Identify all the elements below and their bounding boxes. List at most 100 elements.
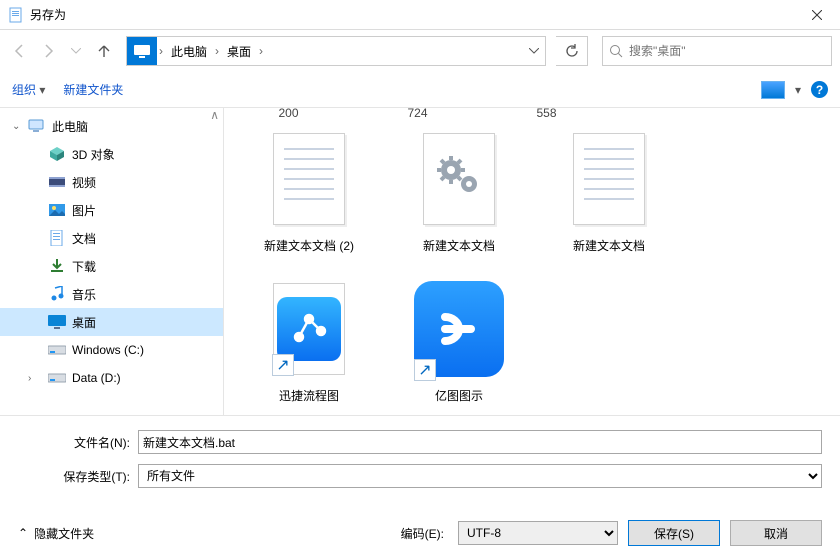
tree-label: 音乐 <box>72 286 96 303</box>
file-item[interactable]: 新建文本文档 <box>534 120 684 270</box>
txt-file-icon <box>564 126 654 231</box>
this-pc-chip[interactable] <box>127 37 157 65</box>
close-icon <box>812 10 822 20</box>
search-box[interactable] <box>602 36 832 66</box>
tree-3d-objects[interactable]: 3D 对象 <box>0 140 223 168</box>
expand-toggle[interactable]: ⌄ <box>12 121 20 132</box>
chevron-down-icon <box>71 48 81 54</box>
tree-label: Data (D:) <box>72 371 121 385</box>
up-button[interactable] <box>92 39 116 63</box>
address-bar[interactable]: › 此电脑 › 桌面 › <box>126 36 546 66</box>
txt-gears-icon <box>414 126 504 231</box>
dialog-footer: ⌃ 隐藏文件夹 编码(E): UTF-8 保存(S) 取消 <box>0 506 840 560</box>
file-name: 新建文本文档 <box>423 237 495 254</box>
file-name: 亿图图示 <box>435 387 483 404</box>
tree-videos[interactable]: 视频 <box>0 168 223 196</box>
cancel-button[interactable]: 取消 <box>730 520 822 546</box>
flowchart-app-icon: ↗ <box>264 276 354 381</box>
arrow-right-icon <box>40 43 56 59</box>
tree-drive-c[interactable]: Windows (C:) <box>0 336 223 364</box>
tree-desktop[interactable]: 桌面 <box>0 308 223 336</box>
filetype-select[interactable]: 所有文件 <box>138 464 822 488</box>
address-dropdown[interactable] <box>523 37 545 65</box>
forward-button[interactable] <box>36 39 60 63</box>
chevron-right-icon: › <box>213 44 221 58</box>
tree-label: 桌面 <box>72 314 96 331</box>
view-options-button[interactable] <box>761 81 785 99</box>
crumb-desktop[interactable]: 桌面 <box>221 37 257 65</box>
file-pane[interactable]: 200 724 558 新建文本文档 (2) 新建文本文档 新建文本文档 <box>224 108 840 415</box>
edraw-app-icon: ↗ <box>414 276 504 381</box>
search-icon <box>609 44 623 58</box>
tree-music[interactable]: 音乐 <box>0 280 223 308</box>
chevron-right-icon: › <box>257 44 265 58</box>
hide-folders-label: 隐藏文件夹 <box>34 525 94 542</box>
chevron-right-icon: › <box>157 44 165 58</box>
monitor-icon <box>133 44 151 58</box>
file-name: 迅捷流程图 <box>279 387 339 404</box>
shortcut-arrow-icon: ↗ <box>272 354 294 376</box>
cutoff-label: 558 <box>536 108 556 120</box>
cutoff-label: 724 <box>407 108 427 120</box>
nav-row: › 此电脑 › 桌面 › <box>0 30 840 72</box>
chevron-down-icon: ▾ <box>39 83 45 97</box>
refresh-button[interactable] <box>556 36 588 66</box>
tree-downloads[interactable]: 下载 <box>0 252 223 280</box>
file-item[interactable]: 新建文本文档 (2) <box>234 120 384 270</box>
tree-label: 视频 <box>72 174 96 191</box>
recent-dropdown[interactable] <box>64 39 88 63</box>
tree-documents[interactable]: 文档 <box>0 224 223 252</box>
tree-label: 图片 <box>72 202 96 219</box>
tree-this-pc[interactable]: ⌄ 此电脑 <box>0 112 223 140</box>
doc-icon <box>48 229 66 247</box>
encoding-label: 编码(E): <box>401 525 444 542</box>
window-title: 另存为 <box>30 6 794 23</box>
tree-pictures[interactable]: 图片 <box>0 196 223 224</box>
file-item[interactable]: ↗ 亿图图示 <box>384 270 534 415</box>
close-button[interactable] <box>794 0 840 30</box>
tree-label: 此电脑 <box>52 118 88 135</box>
pc-icon <box>28 117 46 135</box>
toolbar: 组织 ▾ 新建文件夹 ▾ ? <box>0 72 840 108</box>
organize-menu[interactable]: 组织 ▾ <box>12 81 45 98</box>
cube-icon <box>48 145 66 163</box>
download-icon <box>48 257 66 275</box>
drive-icon <box>48 369 66 387</box>
back-button[interactable] <box>8 39 32 63</box>
arrow-left-icon <box>12 43 28 59</box>
encoding-select[interactable]: UTF-8 <box>458 521 618 545</box>
partial-cutoff-row: 200 724 558 <box>224 108 840 120</box>
txt-file-icon <box>264 126 354 231</box>
file-name: 新建文本文档 <box>573 237 645 254</box>
sidebar-tree[interactable]: ∧ ⌄ 此电脑 3D 对象 视频 图片 文档 下载 音乐 <box>0 108 224 415</box>
cutoff-label: 200 <box>278 108 298 120</box>
help-button[interactable]: ? <box>811 81 828 98</box>
save-button[interactable]: 保存(S) <box>628 520 720 546</box>
file-grid: 新建文本文档 (2) 新建文本文档 新建文本文档 ↗ <box>224 120 840 415</box>
body-split: ∧ ⌄ 此电脑 3D 对象 视频 图片 文档 下载 音乐 <box>0 108 840 415</box>
video-icon <box>48 173 66 191</box>
tree-label: 3D 对象 <box>72 146 115 163</box>
hide-folders-toggle[interactable]: ⌃ 隐藏文件夹 <box>18 525 94 542</box>
arrow-up-icon <box>96 43 112 59</box>
search-input[interactable] <box>629 44 825 58</box>
save-form: 文件名(N): 保存类型(T): 所有文件 <box>0 415 840 506</box>
new-folder-button[interactable]: 新建文件夹 <box>63 81 123 98</box>
shortcut-arrow-icon: ↗ <box>414 359 436 381</box>
filetype-label: 保存类型(T): <box>18 468 138 485</box>
tree-drive-d[interactable]: › Data (D:) <box>0 364 223 392</box>
expand-toggle[interactable]: › <box>28 373 31 384</box>
file-item[interactable]: 新建文本文档 <box>384 120 534 270</box>
tree-label: 文档 <box>72 230 96 247</box>
crumb-this-pc[interactable]: 此电脑 <box>165 37 213 65</box>
refresh-icon <box>565 44 579 58</box>
music-icon <box>48 285 66 303</box>
chevron-down-icon[interactable]: ▾ <box>795 83 801 97</box>
titlebar: 另存为 <box>0 0 840 30</box>
filename-label: 文件名(N): <box>18 434 138 451</box>
file-item[interactable]: ↗ 迅捷流程图 <box>234 270 384 415</box>
pictures-icon <box>48 201 66 219</box>
chevron-up-icon: ⌃ <box>18 526 28 540</box>
drive-icon <box>48 341 66 359</box>
filename-input[interactable] <box>138 430 822 454</box>
